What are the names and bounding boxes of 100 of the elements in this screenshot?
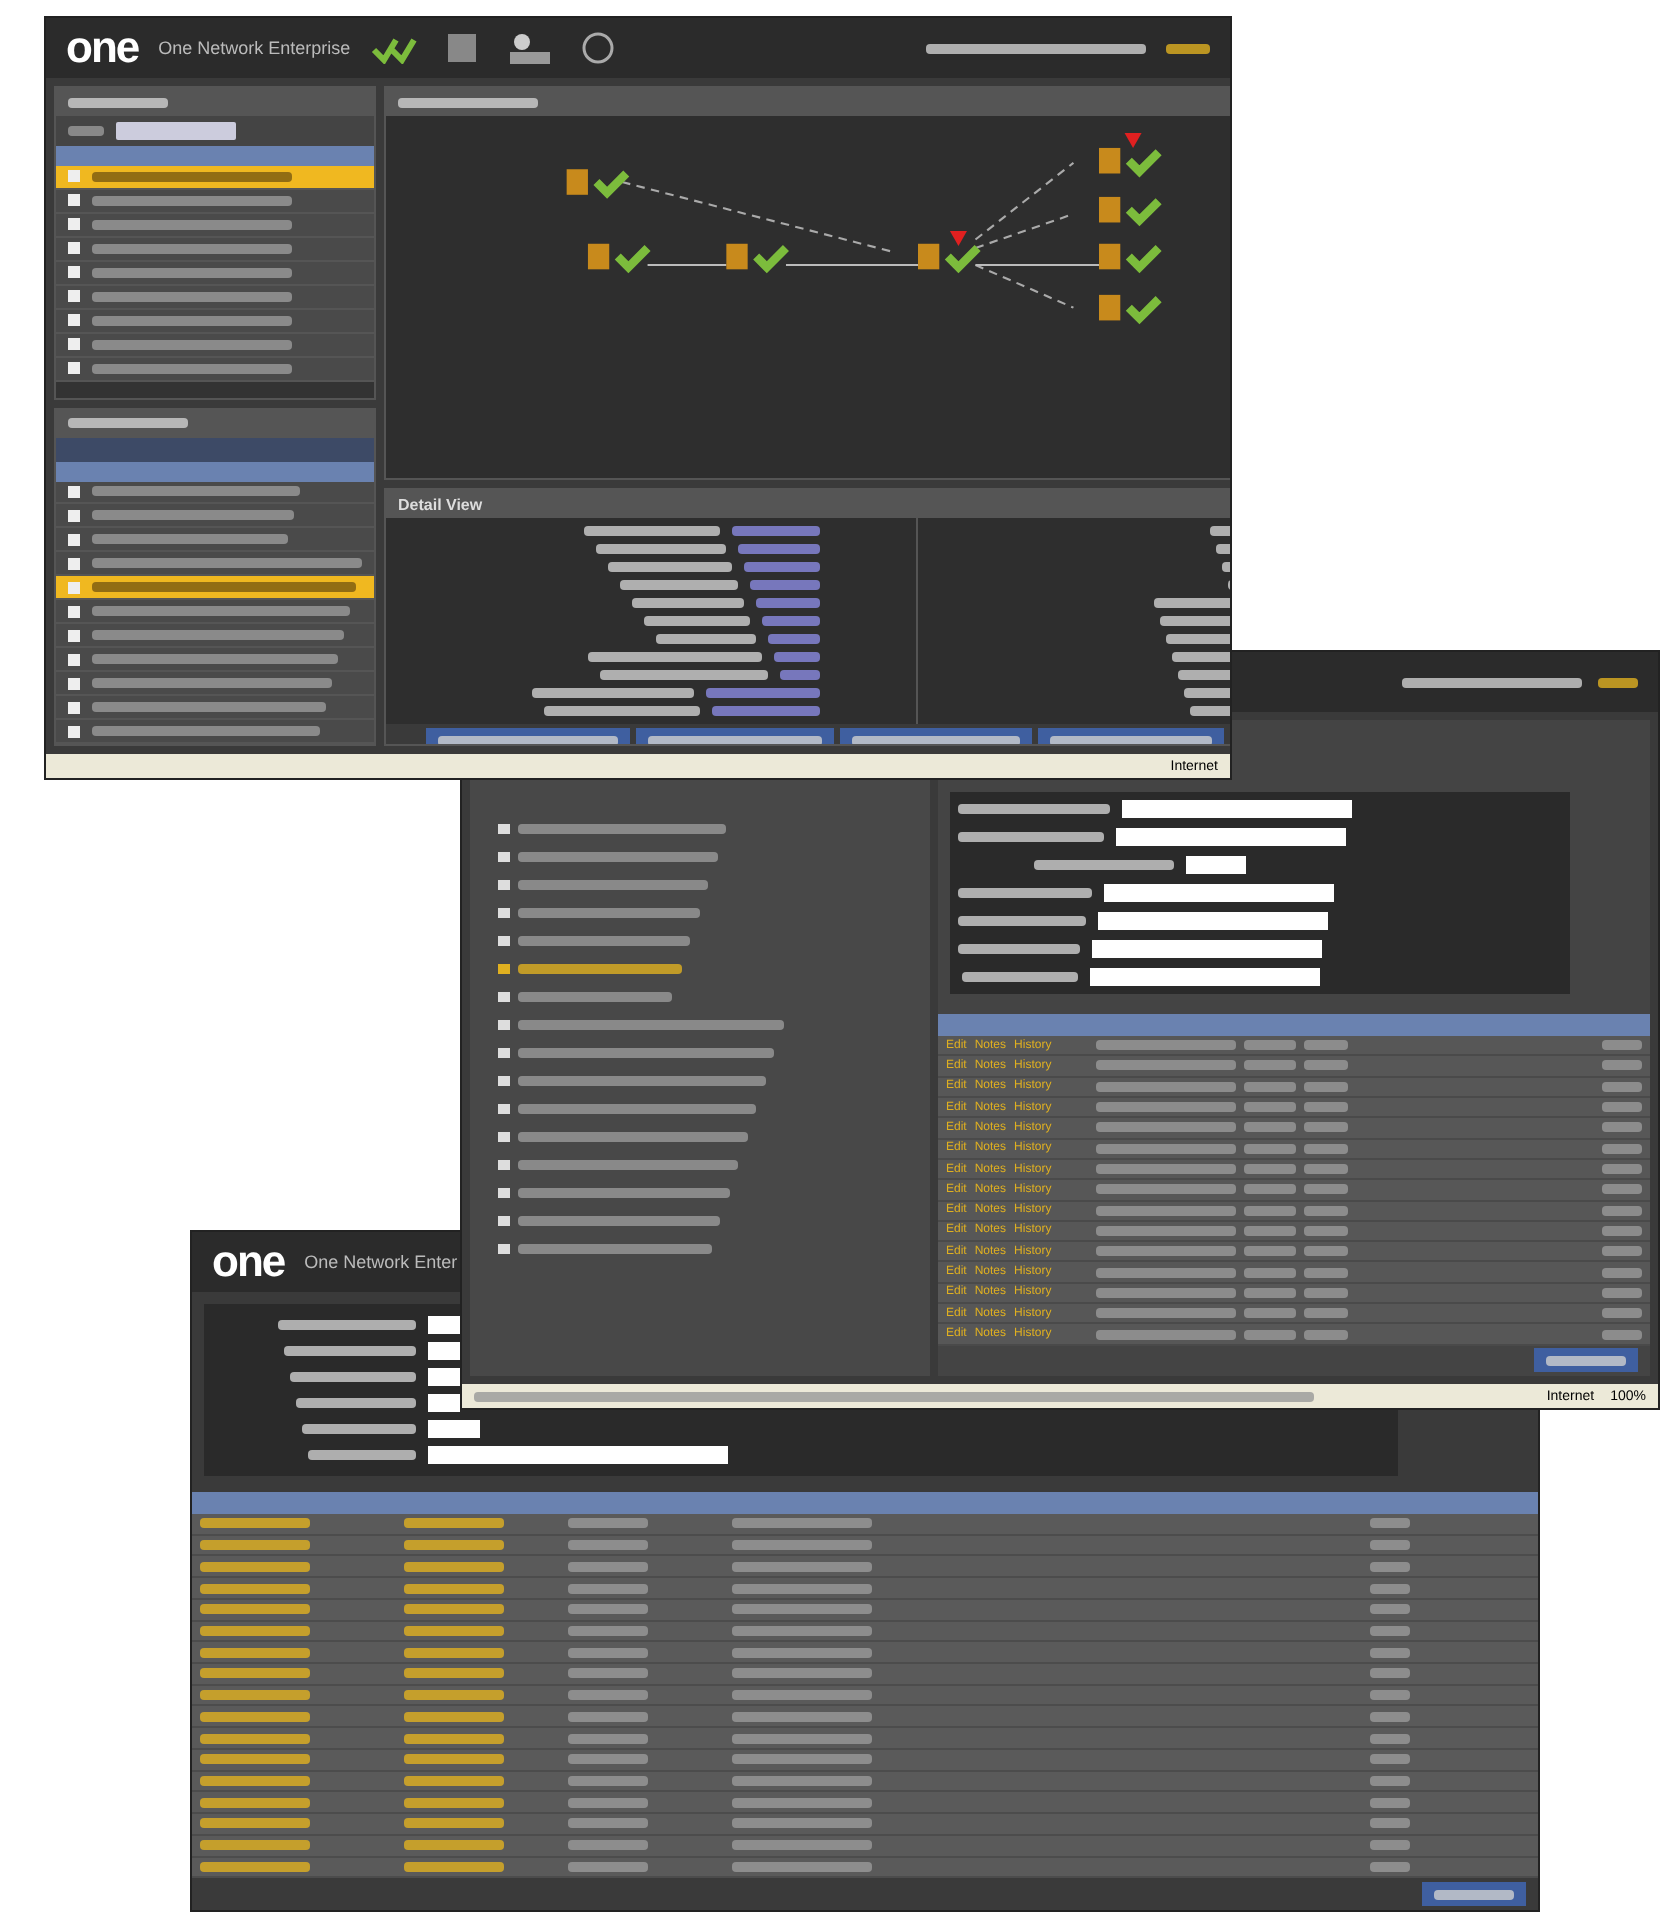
table-row[interactable] [56,357,374,382]
table-row[interactable] [192,1664,1538,1686]
table-row[interactable] [56,720,374,744]
blurred-text [744,562,820,572]
table-row[interactable] [192,1771,1538,1793]
table-row[interactable] [192,1599,1538,1622]
input-field[interactable] [1098,912,1328,930]
blurred-text [1095,1081,1236,1092]
blurred-text [1303,1164,1348,1175]
table-row[interactable] [56,213,374,238]
table-row[interactable] [56,285,374,310]
table-row[interactable] [56,309,374,334]
table-row[interactable] [192,1535,1538,1557]
action-button[interactable] [1534,1348,1638,1373]
blurred-text [1598,677,1638,687]
table-row[interactable] [56,528,374,553]
blurred-text [738,544,820,554]
input-field[interactable] [1089,968,1319,986]
blurred-text [1095,1329,1236,1340]
blurred-text [1303,1329,1348,1340]
connector-line [647,264,727,267]
table-row[interactable] [56,333,374,358]
table-row[interactable] [56,696,374,721]
input-field[interactable] [428,1394,460,1412]
table-row[interactable] [56,504,374,529]
blurred-text [1095,1122,1236,1133]
blurred-text [762,616,820,626]
input-field[interactable] [428,1368,460,1386]
input-field[interactable] [1116,828,1346,846]
table-row[interactable] [192,1642,1538,1665]
blurred-text [1602,1267,1642,1278]
table-row[interactable] [56,672,374,697]
blurred-text [1303,1225,1348,1236]
table-row[interactable] [192,1556,1538,1579]
input-field[interactable] [1122,800,1352,818]
blurred-text [706,688,820,698]
graph-node[interactable] [1099,294,1162,325]
input-field[interactable] [1104,884,1334,902]
table-row[interactable] [56,261,374,286]
table-row[interactable] [56,237,374,262]
logo: one [66,22,139,74]
graph-node[interactable] [1099,147,1162,178]
blurred-text [1602,1164,1642,1175]
table-row[interactable] [192,1814,1538,1836]
table-row[interactable] [56,166,374,190]
table-row[interactable] [192,1514,1538,1536]
blurred-text [1243,1184,1296,1195]
blurred-text [68,418,188,429]
table-row[interactable] [192,1706,1538,1729]
blurred-text [1095,1267,1236,1278]
table-row[interactable] [56,648,374,673]
table-row[interactable] [192,1857,1538,1879]
blurred-text [712,706,820,716]
user-icon[interactable] [506,32,555,64]
action-button[interactable] [1422,1882,1526,1907]
check-icon[interactable] [370,32,419,64]
input-field[interactable] [1186,856,1246,874]
input-field[interactable] [428,1316,460,1334]
table-row[interactable] [192,1728,1538,1750]
table-row[interactable] [56,552,374,577]
table-row[interactable] [192,1835,1538,1857]
graph-node[interactable] [1099,196,1162,227]
blurred-text [296,1398,416,1408]
dropdown-field[interactable] [116,122,236,140]
graph-node[interactable] [587,243,651,274]
graph-node[interactable] [918,243,981,274]
blurred-text [1243,1308,1296,1319]
blurred-text [1602,1205,1642,1216]
blurred-text [398,97,538,107]
blurred-text [1602,1040,1642,1051]
blurred-text [1303,1287,1348,1298]
table-row[interactable] [56,600,374,625]
table-row[interactable] [56,481,374,505]
blurred-text [756,598,820,608]
input-field[interactable] [1092,940,1322,958]
blurred-text [732,526,820,536]
table-row[interactable] [192,1621,1538,1643]
blurred-text [958,944,1080,954]
blurred-text [1602,1329,1642,1340]
blurred-text [596,544,726,554]
graph-node[interactable] [726,243,789,274]
blurred-text [1095,1205,1236,1216]
input-field[interactable] [428,1420,480,1438]
blurred-text [278,1320,416,1330]
blurred-text [1166,43,1210,53]
graph-node[interactable] [1099,243,1162,274]
blurred-text [1602,1102,1642,1113]
table-row[interactable] [56,189,374,214]
logo: one [212,1236,285,1288]
input-field[interactable] [428,1342,460,1360]
table-row[interactable] [192,1749,1538,1772]
table-row[interactable] [192,1792,1538,1815]
table-row[interactable] [192,1578,1538,1600]
blurred-text [1243,1329,1296,1340]
table-row[interactable] [192,1685,1538,1707]
table-row[interactable] [56,576,374,601]
input-field[interactable] [428,1446,728,1464]
blurred-text [1095,1287,1236,1298]
graph-node[interactable] [566,169,630,199]
table-row[interactable] [56,624,374,649]
